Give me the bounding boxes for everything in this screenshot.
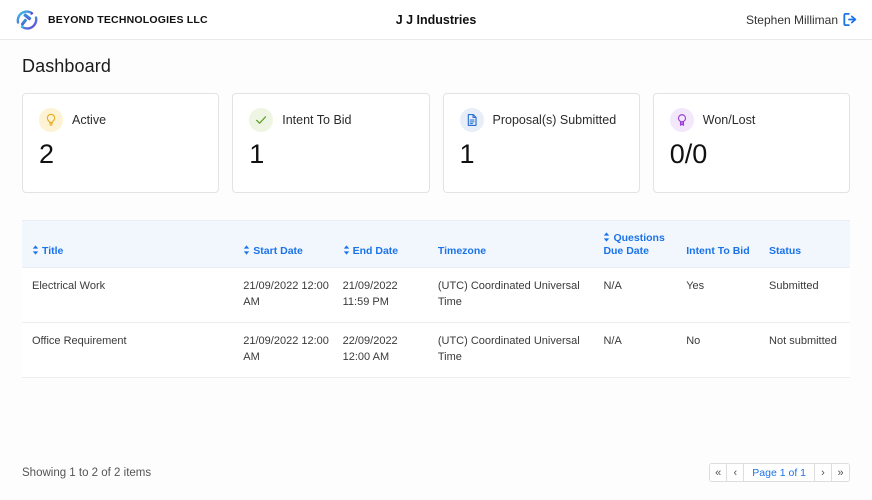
- table-head: Title Start Date: [22, 221, 850, 268]
- cell-status: Not submitted: [763, 323, 850, 378]
- card-value: 2: [39, 141, 202, 168]
- dashboard-page: Dashboard Active 2: [0, 40, 872, 500]
- page-title: Dashboard: [0, 40, 872, 77]
- column-header-questions-due-date[interactable]: Questions Due Date: [597, 221, 680, 268]
- cell-timezone: (UTC) Coordinated Universal Time: [432, 323, 598, 378]
- cell-title: Office Requirement: [22, 323, 237, 378]
- column-header-intent-to-bid[interactable]: Intent To Bid: [680, 221, 763, 268]
- column-header-label: Questions Due Date: [603, 232, 664, 257]
- cell-intent-to-bid: Yes: [680, 268, 763, 323]
- sort-icon[interactable]: [343, 245, 350, 259]
- card-header: Won/Lost: [670, 108, 833, 132]
- card-label: Won/Lost: [703, 113, 756, 127]
- column-header-label: Status: [769, 245, 801, 257]
- stat-card-intent-to-bid[interactable]: Intent To Bid 1: [232, 93, 429, 193]
- sign-out-icon[interactable]: [843, 12, 858, 27]
- award-medal-icon: [670, 108, 694, 132]
- column-header-label: Intent To Bid: [686, 245, 749, 257]
- column-header-label: Start Date: [253, 245, 303, 257]
- card-header: Proposal(s) Submitted: [460, 108, 623, 132]
- cell-start-date: 21/09/2022 12:00 AM: [237, 323, 336, 378]
- card-header: Active: [39, 108, 202, 132]
- stat-card-won-lost[interactable]: Won/Lost 0/0: [653, 93, 850, 193]
- pagination-first-button[interactable]: «: [710, 464, 727, 481]
- cell-title: Electrical Work: [22, 268, 237, 323]
- card-label: Intent To Bid: [282, 113, 351, 127]
- pagination-last-button[interactable]: »: [832, 464, 849, 481]
- column-header-label: End Date: [353, 245, 399, 257]
- lightbulb-icon: [39, 108, 63, 132]
- sort-icon[interactable]: [603, 232, 610, 246]
- table-footer: Showing 1 to 2 of 2 items « ‹ Page 1 of …: [0, 463, 872, 482]
- company-name: J J Industries: [396, 13, 477, 27]
- sort-icon[interactable]: [243, 245, 250, 259]
- column-header-status[interactable]: Status: [763, 221, 850, 268]
- stat-card-active[interactable]: Active 2: [22, 93, 219, 193]
- cell-status: Submitted: [763, 268, 850, 323]
- card-label: Proposal(s) Submitted: [493, 113, 617, 127]
- top-header-bar: BEYOND TECHNOLOGIES LLC J J Industries S…: [0, 0, 872, 40]
- brand-name: BEYOND TECHNOLOGIES LLC: [48, 14, 208, 26]
- card-label: Active: [72, 113, 106, 127]
- table-row[interactable]: Office Requirement 21/09/2022 12:00 AM 2…: [22, 323, 850, 378]
- user-name: Stephen Milliman: [746, 13, 838, 27]
- sort-icon[interactable]: [32, 245, 39, 259]
- opportunities-table-container: Title Start Date: [22, 220, 850, 378]
- cell-questions-due-date: N/A: [597, 323, 680, 378]
- table-row[interactable]: Electrical Work 21/09/2022 12:00 AM 21/0…: [22, 268, 850, 323]
- pagination-previous-button[interactable]: ‹: [727, 464, 744, 481]
- pagination-page-indicator: Page 1 of 1: [744, 464, 815, 481]
- column-header-title[interactable]: Title: [22, 221, 237, 268]
- column-header-timezone[interactable]: Timezone: [432, 221, 598, 268]
- cell-questions-due-date: N/A: [597, 268, 680, 323]
- cell-start-date: 21/09/2022 12:00 AM: [237, 268, 336, 323]
- document-icon: [460, 108, 484, 132]
- cell-intent-to-bid: No: [680, 323, 763, 378]
- check-icon: [249, 108, 273, 132]
- gavel-refresh-logo-icon: [14, 7, 40, 33]
- pagination: « ‹ Page 1 of 1 › »: [709, 463, 850, 482]
- card-value: 1: [249, 141, 412, 168]
- column-header-label: Title: [42, 245, 63, 257]
- column-header-end-date[interactable]: End Date: [337, 221, 432, 268]
- showing-items-text: Showing 1 to 2 of 2 items: [22, 467, 151, 479]
- column-header-start-date[interactable]: Start Date: [237, 221, 336, 268]
- summary-cards: Active 2 Intent To Bid 1: [0, 77, 872, 193]
- table-header-row: Title Start Date: [22, 221, 850, 268]
- cell-end-date: 21/09/2022 11:59 PM: [337, 268, 432, 323]
- table-body: Electrical Work 21/09/2022 12:00 AM 21/0…: [22, 268, 850, 378]
- cell-timezone: (UTC) Coordinated Universal Time: [432, 268, 598, 323]
- card-value: 1: [460, 141, 623, 168]
- card-value: 0/0: [670, 141, 833, 168]
- card-header: Intent To Bid: [249, 108, 412, 132]
- pagination-next-button[interactable]: ›: [815, 464, 832, 481]
- header-user-area: Stephen Milliman: [746, 12, 858, 27]
- cell-end-date: 22/09/2022 12:00 AM: [337, 323, 432, 378]
- brand[interactable]: BEYOND TECHNOLOGIES LLC: [14, 7, 208, 33]
- opportunities-table: Title Start Date: [22, 220, 850, 378]
- column-header-label: Timezone: [438, 245, 486, 257]
- stat-card-proposals-submitted[interactable]: Proposal(s) Submitted 1: [443, 93, 640, 193]
